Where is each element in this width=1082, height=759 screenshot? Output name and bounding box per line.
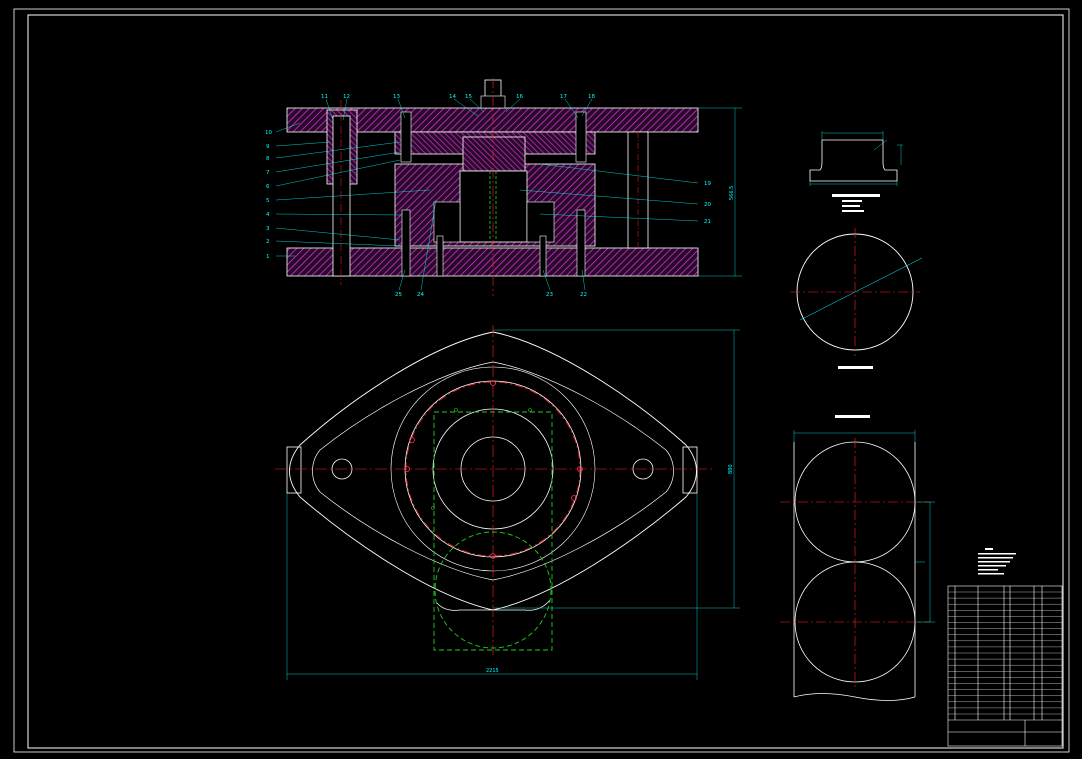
title-block (947, 585, 1063, 747)
balloons-top: 11 12 13 14 15 16 17 18 (321, 94, 595, 100)
balloon-10: 10 (265, 130, 272, 136)
balloon-2: 2 (266, 239, 270, 245)
balloon-3: 3 (266, 226, 270, 232)
plan-height-dimension: 880 (728, 464, 734, 474)
balloons-right: 19 20 21 (704, 181, 711, 225)
balloon-7: 7 (266, 170, 270, 176)
balloon-21: 21 (704, 219, 711, 225)
balloon-6: 6 (266, 184, 270, 190)
die-cavity (459, 170, 528, 243)
cad-drawing-canvas: 10 9 8 7 6 5 4 3 2 1 11 12 13 14 15 16 1… (13, 8, 1070, 753)
balloon-12: 12 (343, 94, 350, 100)
punch (462, 136, 526, 172)
balloon-13: 13 (393, 94, 400, 100)
balloon-14: 14 (449, 94, 456, 100)
balloon-4: 4 (266, 212, 270, 218)
part-detail-view (809, 131, 903, 212)
balloon-18: 18 (588, 94, 595, 100)
blank-view (790, 228, 923, 369)
balloon-20: 20 (704, 202, 711, 208)
balloon-9: 9 (266, 144, 270, 150)
section-view: 10 9 8 7 6 5 4 3 2 1 11 12 13 14 15 16 1… (265, 78, 742, 298)
balloon-19: 19 (704, 181, 711, 187)
balloons-bottom: 25 24 23 22 (395, 292, 587, 298)
strip-layout-view (780, 415, 935, 701)
balloon-8: 8 (266, 156, 270, 162)
balloons-left: 10 9 8 7 6 5 4 3 2 1 (265, 130, 272, 260)
balloon-25: 25 (395, 292, 402, 298)
balloon-5: 5 (266, 198, 270, 204)
balloon-16: 16 (516, 94, 523, 100)
balloon-22: 22 (580, 292, 587, 298)
balloon-24: 24 (417, 292, 424, 298)
balloon-23: 23 (546, 292, 553, 298)
balloon-15: 15 (465, 94, 472, 100)
plan-width-dimension: 2215 (486, 668, 499, 674)
technical-notes (978, 548, 1016, 575)
balloon-1: 1 (266, 254, 270, 260)
title-block-rows (948, 591, 1062, 715)
section-height-dimension: 566.5 (729, 186, 735, 200)
balloon-11: 11 (321, 94, 328, 100)
plan-view: 2215 880 (275, 325, 740, 680)
balloon-17: 17 (560, 94, 567, 100)
